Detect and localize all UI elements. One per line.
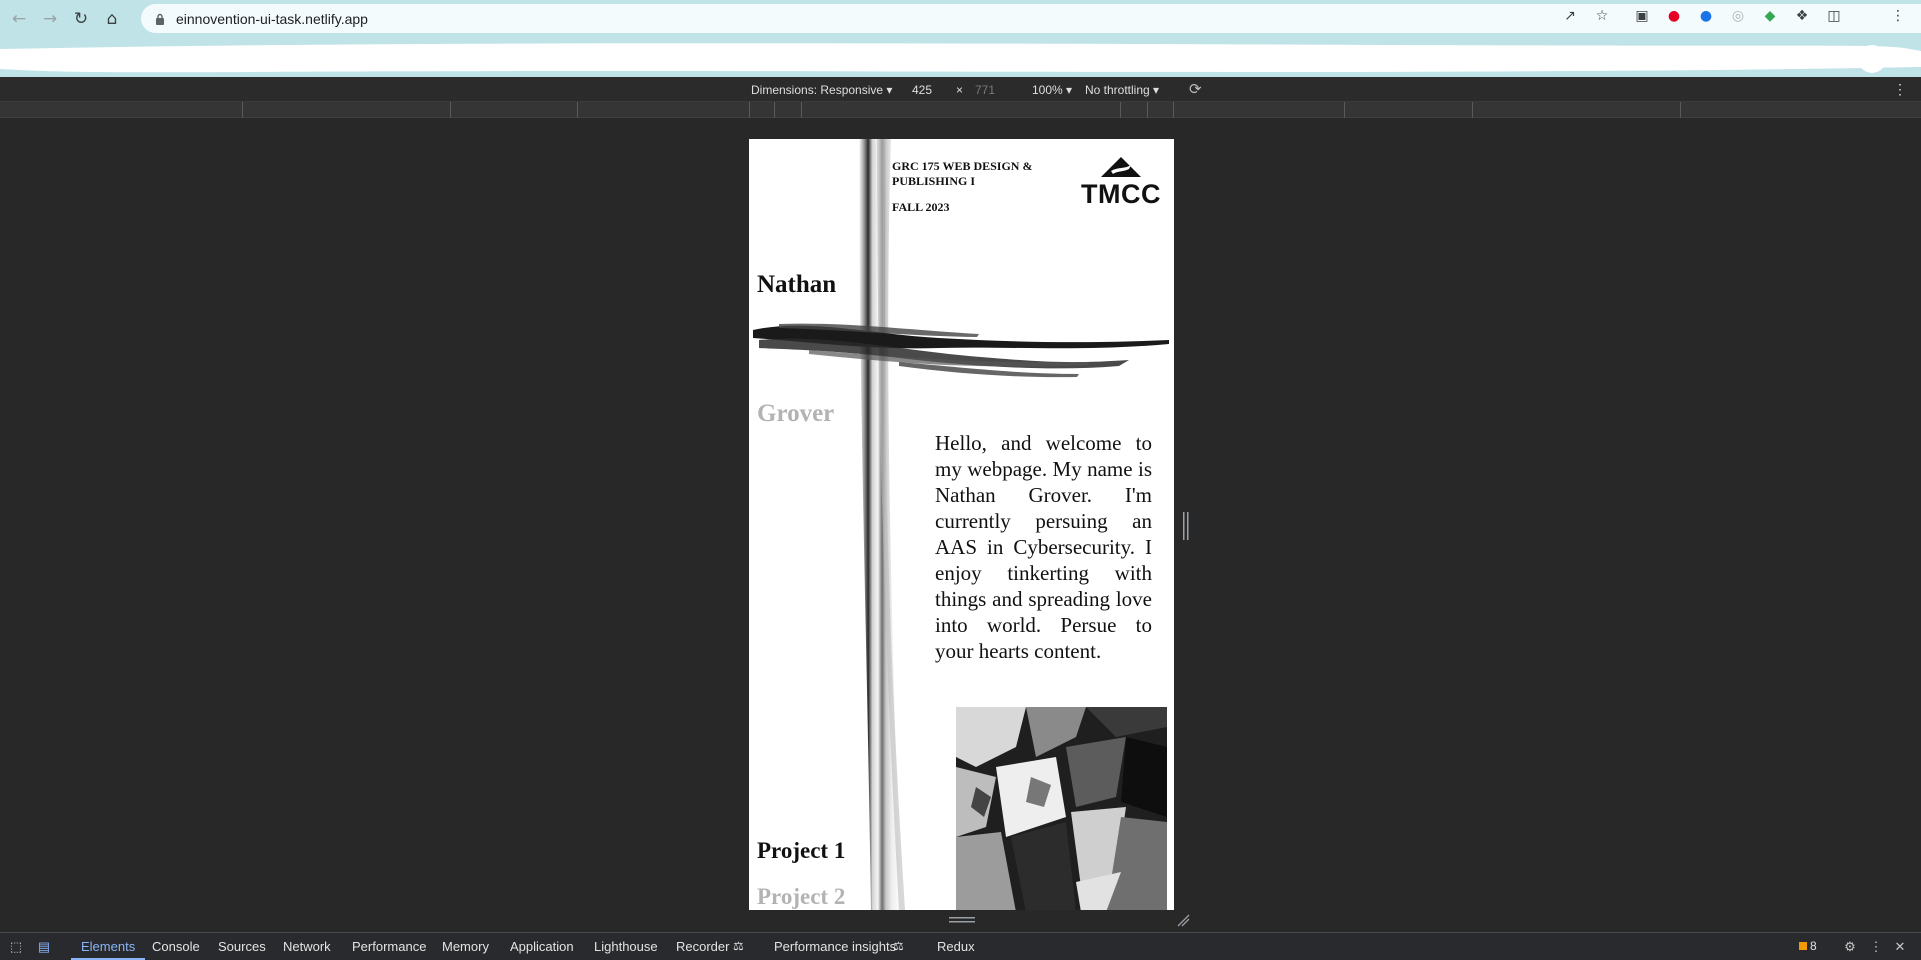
device-toolbar: Dimensions: Responsive ▾ 425 × 771 100% … <box>0 77 1921 102</box>
url-text: einnovention-ui-task.netlify.app <box>176 10 368 27</box>
first-name-heading: Nathan <box>757 271 837 298</box>
devtools-more-icon[interactable]: ⋮ <box>1868 939 1884 955</box>
media-query-tick <box>1472 102 1473 118</box>
viewport-resize-handle-corner[interactable] <box>1176 913 1190 927</box>
rotate-icon[interactable]: ⟳ <box>1189 80 1202 98</box>
side-panel-icon[interactable]: ◫ <box>1826 8 1842 24</box>
width-input[interactable]: 425 <box>912 83 932 97</box>
media-query-tick <box>1680 102 1681 118</box>
dimensions-caret-icon: ▾ <box>886 83 893 97</box>
devtools-settings-gear-icon[interactable]: ⚙ <box>1842 939 1858 955</box>
intro-paragraph: Hello, and welcome to my webpage. My nam… <box>935 431 1152 663</box>
devtools-close-icon[interactable]: ✕ <box>1892 939 1908 955</box>
tab-elements[interactable]: Elements <box>71 933 146 960</box>
media-query-tick <box>774 102 775 118</box>
extension-globe-icon[interactable]: ◎ <box>1730 8 1746 24</box>
tab-lighthouse[interactable]: Lighthouse <box>594 933 658 960</box>
extension-blue-icon[interactable]: ● <box>1698 8 1714 24</box>
reload-icon[interactable]: ↻ <box>69 7 93 31</box>
pinterest-icon[interactable]: ● <box>1666 8 1682 24</box>
lock-icon <box>156 13 164 25</box>
viewport-resize-handle-right[interactable] <box>1182 512 1190 540</box>
redaction-scribble <box>0 43 1921 73</box>
course-title: GRC 175 WEB DESIGN & PUBLISHING I <box>892 159 1033 188</box>
tab-performance[interactable]: Performance <box>352 933 426 960</box>
extension-shield-icon[interactable]: ◆ <box>1762 8 1778 24</box>
throttling-caret-icon: ▾ <box>1153 83 1160 97</box>
device-toolbar-more-icon[interactable]: ⋮ <box>1893 81 1907 98</box>
issues-count: 8 <box>1810 939 1817 953</box>
throttling-label: No throttling <box>1085 83 1150 97</box>
emulated-viewport[interactable]: GRC 175 WEB DESIGN & PUBLISHING I FALL 2… <box>749 139 1174 910</box>
tab-redux[interactable]: Redux <box>937 933 975 960</box>
share-icon[interactable]: ↗ <box>1562 8 1578 24</box>
home-icon[interactable]: ⌂ <box>100 7 124 31</box>
tab-console[interactable]: Console <box>152 933 200 960</box>
viewport-resize-handle-bottom[interactable] <box>949 915 975 925</box>
media-query-tick <box>749 102 750 118</box>
tab-performance-insights[interactable]: Performance insights <box>774 933 896 960</box>
media-query-tick <box>1120 102 1121 118</box>
bookmark-star-icon[interactable]: ☆ <box>1594 8 1610 24</box>
address-bar[interactable]: einnovention-ui-task.netlify.app <box>141 4 1921 33</box>
horizontal-brush-stroke <box>753 323 1169 378</box>
issues-counter[interactable]: 8 <box>1799 939 1817 953</box>
media-query-tick <box>1147 102 1148 118</box>
tab-network[interactable]: Network <box>283 933 331 960</box>
last-name-heading: Grover <box>757 400 835 427</box>
media-query-tick <box>1173 102 1174 118</box>
media-query-bar[interactable] <box>0 102 1921 118</box>
tab-memory[interactable]: Memory <box>442 933 489 960</box>
tmcc-logo-text: TMCC <box>1081 179 1161 209</box>
zoom-label: 100% <box>1032 83 1063 97</box>
height-input[interactable]: 771 <box>975 83 995 97</box>
media-query-tick <box>577 102 578 118</box>
tab-application[interactable]: Application <box>510 933 574 960</box>
issues-warning-icon <box>1799 942 1807 950</box>
extension-cube-icon[interactable]: ▣ <box>1634 8 1650 24</box>
throttling-dropdown[interactable]: No throttling ▾ <box>1085 83 1159 97</box>
zoom-caret-icon: ▾ <box>1066 83 1073 97</box>
extensions-puzzle-icon[interactable]: ❖ <box>1794 8 1810 24</box>
media-query-tick <box>450 102 451 118</box>
abstract-artwork-image <box>956 707 1167 910</box>
course-term: FALL 2023 <box>892 200 950 214</box>
vertical-brush-stroke <box>859 139 905 910</box>
dimensions-label: Dimensions: Responsive <box>751 83 884 97</box>
tab-recorder[interactable]: Recorder <box>676 933 729 960</box>
zoom-dropdown[interactable]: 100% ▾ <box>1032 83 1072 97</box>
devtools-tabbar: ⬚ ▤ Elements Console Sources Network Per… <box>0 932 1921 960</box>
media-query-tick <box>1344 102 1345 118</box>
recorder-flask-icon: ⚖ <box>733 939 744 953</box>
dimensions-dropdown[interactable]: Dimensions: Responsive ▾ <box>751 83 892 97</box>
back-arrow-icon[interactable]: ← <box>7 7 31 31</box>
media-query-tick <box>242 102 243 118</box>
tab-sources[interactable]: Sources <box>218 933 266 960</box>
menu-kebab-icon[interactable]: ⋮ <box>1890 8 1906 24</box>
times-symbol: × <box>956 83 964 97</box>
performance-insights-flask-icon: ⚖ <box>893 939 904 953</box>
inspect-element-icon[interactable]: ⬚ <box>8 939 24 955</box>
device-toolbar-toggle-icon[interactable]: ▤ <box>36 939 52 955</box>
project-1-link[interactable]: Project 1 <box>757 838 845 864</box>
media-query-tick <box>801 102 802 118</box>
project-2-link[interactable]: Project 2 <box>757 884 845 910</box>
forward-arrow-icon[interactable]: → <box>38 7 62 31</box>
